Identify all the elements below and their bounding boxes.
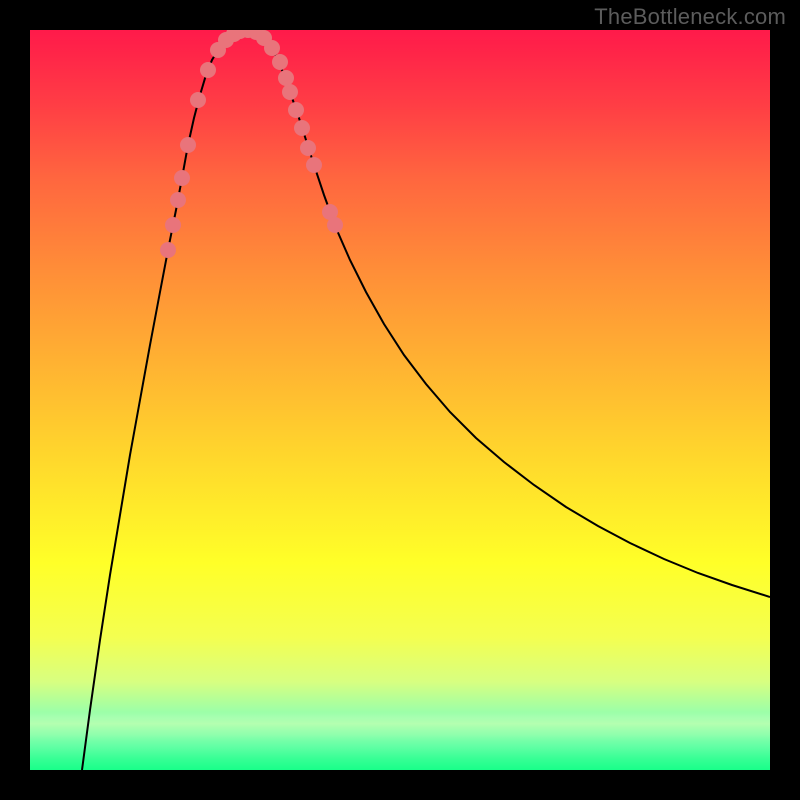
gradient-plot-area: [30, 30, 770, 770]
watermark-text: TheBottleneck.com: [594, 4, 786, 30]
